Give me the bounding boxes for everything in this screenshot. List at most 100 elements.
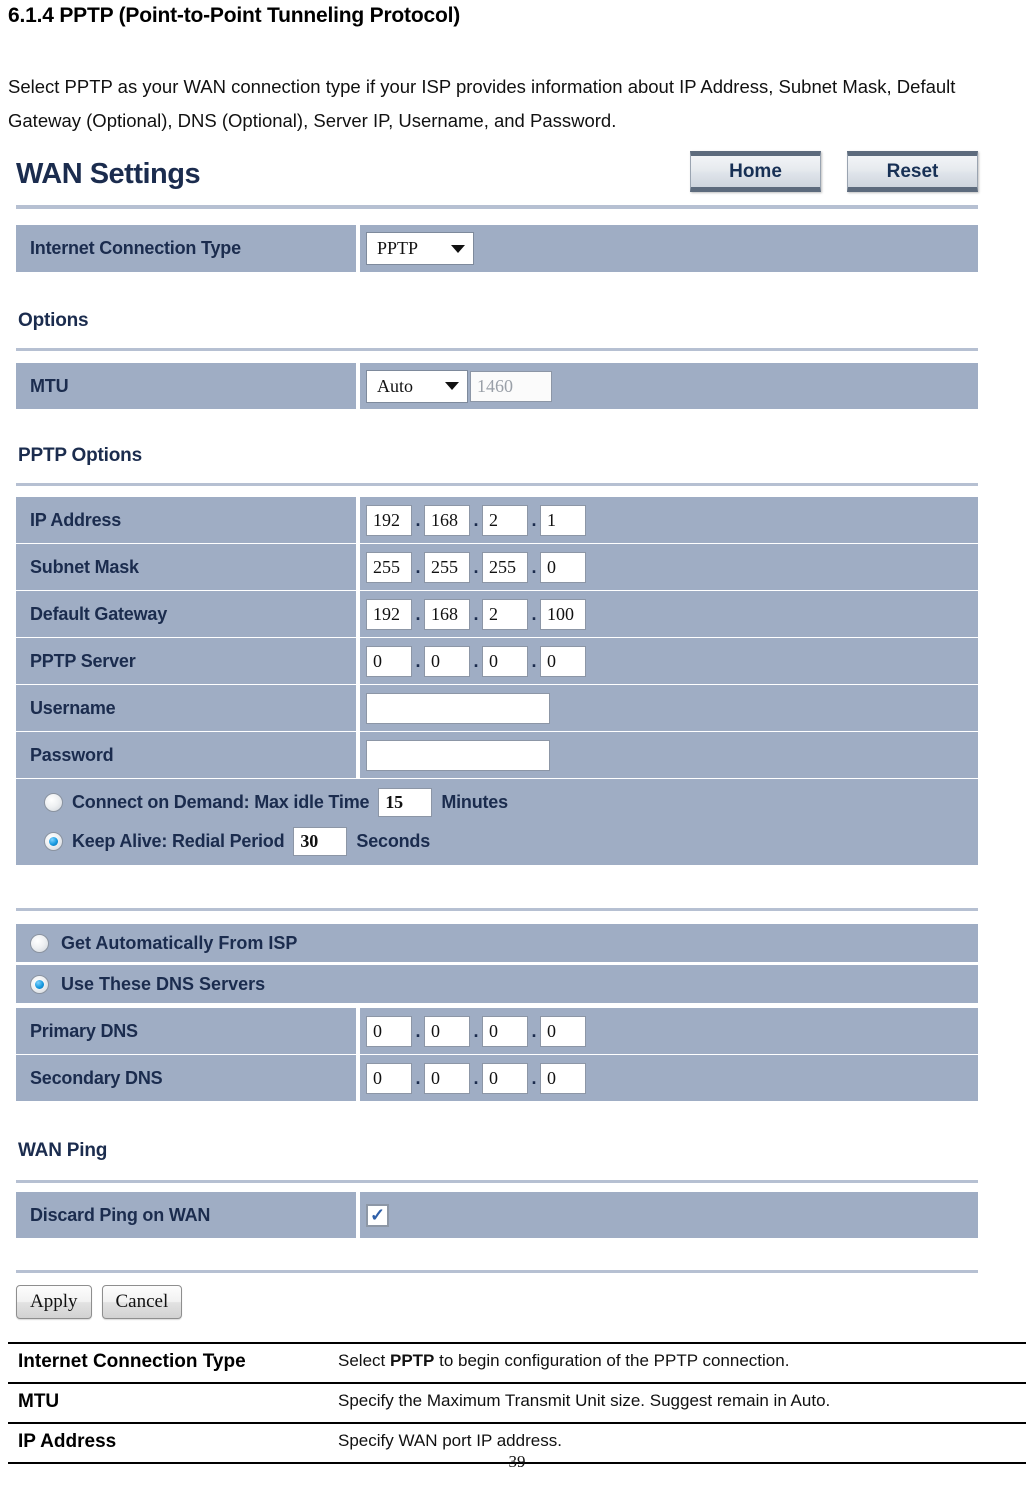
subnet-mask-octet-3[interactable]: 255	[482, 551, 528, 583]
octet-separator: .	[531, 650, 537, 671]
panel-title: WAN Settings	[16, 158, 201, 190]
divider-options	[16, 348, 978, 351]
value-internet-connection-type: PPTP	[360, 225, 978, 272]
keep-alive-radio[interactable]	[44, 832, 63, 851]
action-buttons: Apply Cancel	[16, 1285, 183, 1319]
ip-address-octet-3[interactable]: 2	[482, 504, 528, 536]
subnet-mask-octet-2[interactable]: 255	[424, 551, 470, 583]
secondary-dns-octet-1[interactable]: 0	[366, 1062, 412, 1094]
pptp-server-octet-2[interactable]: 0	[424, 645, 470, 677]
max-idle-time-input[interactable]: 15	[378, 788, 433, 817]
dns-auto-radio[interactable]	[30, 933, 49, 953]
label-pptp-server: PPTP Server	[16, 638, 356, 684]
default-gateway-octet-1[interactable]: 192	[366, 598, 412, 630]
dns-auto-row[interactable]: Get Automatically From ISP	[16, 924, 978, 962]
divider-pptp-options	[16, 483, 978, 486]
octet-separator: .	[473, 603, 479, 624]
panel-nav-buttons: Home Reset	[690, 151, 978, 192]
definition-text-strong: PPTP	[389, 1351, 435, 1370]
default-gateway-octet-3[interactable]: 2	[482, 598, 528, 630]
row-mtu: MTU Auto 1460	[16, 363, 978, 409]
label-default-gateway: Default Gateway	[16, 591, 356, 637]
connect-on-demand-radio[interactable]	[44, 793, 63, 812]
row-pptp-server: PPTP Server 0 . 0 . 0 . 0	[16, 638, 978, 684]
definition-text-pre: Specify WAN port IP address.	[338, 1431, 562, 1450]
ip-address-octet-1[interactable]: 192	[366, 504, 412, 536]
dns-manual-radio[interactable]	[30, 974, 49, 994]
pptp-server-octet-4[interactable]: 0	[540, 645, 586, 677]
chevron-down-icon	[445, 382, 459, 390]
secondary-dns-octet-2[interactable]: 0	[424, 1062, 470, 1094]
max-idle-time-unit: Minutes	[441, 792, 508, 812]
connect-mode-group: Connect on Demand: Max idle Time 15 Minu…	[16, 779, 978, 865]
cancel-button[interactable]: Cancel	[101, 1285, 183, 1319]
divider-dns	[16, 908, 978, 911]
table-row: Internet Connection Type Select PPTP to …	[8, 1343, 1026, 1383]
password-input[interactable]	[366, 739, 550, 771]
reset-button[interactable]: Reset	[847, 151, 978, 192]
secondary-dns-octet-3[interactable]: 0	[482, 1062, 528, 1094]
default-gateway-octet-2[interactable]: 168	[424, 598, 470, 630]
pptp-server-octet-3[interactable]: 0	[482, 645, 528, 677]
chevron-down-icon	[451, 244, 465, 253]
primary-dns-octet-2[interactable]: 0	[424, 1015, 470, 1047]
subnet-mask-octet-1[interactable]: 255	[366, 551, 412, 583]
primary-dns-octets: 0 . 0 . 0 . 0	[366, 1015, 586, 1047]
value-ip-address: 192 . 168 . 2 . 1	[360, 497, 978, 543]
discard-ping-checkbox[interactable]: ✓	[366, 1203, 389, 1227]
intro-paragraph: Select PPTP as your WAN connection type …	[8, 76, 956, 131]
row-subnet-mask: Subnet Mask 255 . 255 . 255 . 0	[16, 544, 978, 590]
section-title-wan-ping: WAN Ping	[18, 1140, 108, 1161]
home-button[interactable]: Home	[690, 151, 821, 192]
mtu-size-input[interactable]: 1460	[470, 370, 552, 402]
octet-separator: .	[531, 556, 537, 577]
label-discard-ping: Discard Ping on WAN	[16, 1192, 356, 1238]
username-input[interactable]	[366, 692, 550, 724]
octet-separator: .	[531, 1020, 537, 1041]
apply-button[interactable]: Apply	[16, 1285, 92, 1319]
connect-on-demand-label: Connect on Demand: Max idle Time	[72, 792, 370, 812]
primary-dns-octet-3[interactable]: 0	[482, 1015, 528, 1047]
row-discard-ping: Discard Ping on WAN ✓	[16, 1192, 978, 1238]
pptp-server-octet-1[interactable]: 0	[366, 645, 412, 677]
secondary-dns-octet-4[interactable]: 0	[540, 1062, 586, 1094]
value-mtu: Auto 1460	[360, 363, 978, 409]
row-password: Password	[16, 732, 978, 778]
internet-connection-type-value: PPTP	[377, 238, 419, 258]
dns-manual-row[interactable]: Use These DNS Servers	[16, 965, 978, 1003]
secondary-dns-octets: 0 . 0 . 0 . 0	[366, 1062, 586, 1094]
keep-alive-option[interactable]: Keep Alive: Redial Period 30 Seconds	[44, 827, 430, 856]
definition-text-pre: Specify the Maximum Transmit Unit size. …	[338, 1391, 831, 1410]
octet-separator: .	[473, 1067, 479, 1088]
keep-alive-label: Keep Alive: Redial Period	[72, 831, 285, 851]
row-username: Username	[16, 685, 978, 731]
definition-text-post: to begin configuration of the PPTP conne…	[434, 1351, 790, 1370]
octet-separator: .	[415, 603, 421, 624]
redial-period-input[interactable]: 30	[293, 827, 348, 856]
subnet-mask-octet-4[interactable]: 0	[540, 551, 586, 583]
internet-connection-type-select[interactable]: PPTP	[366, 232, 474, 265]
octet-separator: .	[473, 1020, 479, 1041]
divider-actions	[16, 1270, 978, 1273]
divider-header	[16, 205, 978, 209]
octet-separator: .	[531, 1067, 537, 1088]
value-username	[360, 685, 978, 731]
row-primary-dns: Primary DNS 0 . 0 . 0 . 0	[16, 1008, 978, 1054]
primary-dns-octet-4[interactable]: 0	[540, 1015, 586, 1047]
value-discard-ping: ✓	[360, 1192, 978, 1238]
wan-settings-panel: WAN Settings Home Reset Internet Connect…	[0, 140, 1034, 1330]
default-gateway-octet-4[interactable]: 100	[540, 598, 586, 630]
label-username: Username	[16, 685, 356, 731]
octet-separator: .	[415, 509, 421, 530]
connect-on-demand-option[interactable]: Connect on Demand: Max idle Time 15 Minu…	[44, 788, 508, 817]
ip-address-octet-2[interactable]: 168	[424, 504, 470, 536]
octet-separator: .	[415, 1020, 421, 1041]
label-primary-dns: Primary DNS	[16, 1008, 356, 1054]
primary-dns-octet-1[interactable]: 0	[366, 1015, 412, 1047]
mtu-mode-select[interactable]: Auto	[366, 369, 468, 403]
section-title-options: Options	[18, 310, 89, 331]
ip-address-octet-4[interactable]: 1	[540, 504, 586, 536]
field-definitions-table: Internet Connection Type Select PPTP to …	[8, 1342, 1026, 1464]
label-secondary-dns: Secondary DNS	[16, 1055, 356, 1101]
definition-key: MTU	[18, 1391, 60, 1412]
